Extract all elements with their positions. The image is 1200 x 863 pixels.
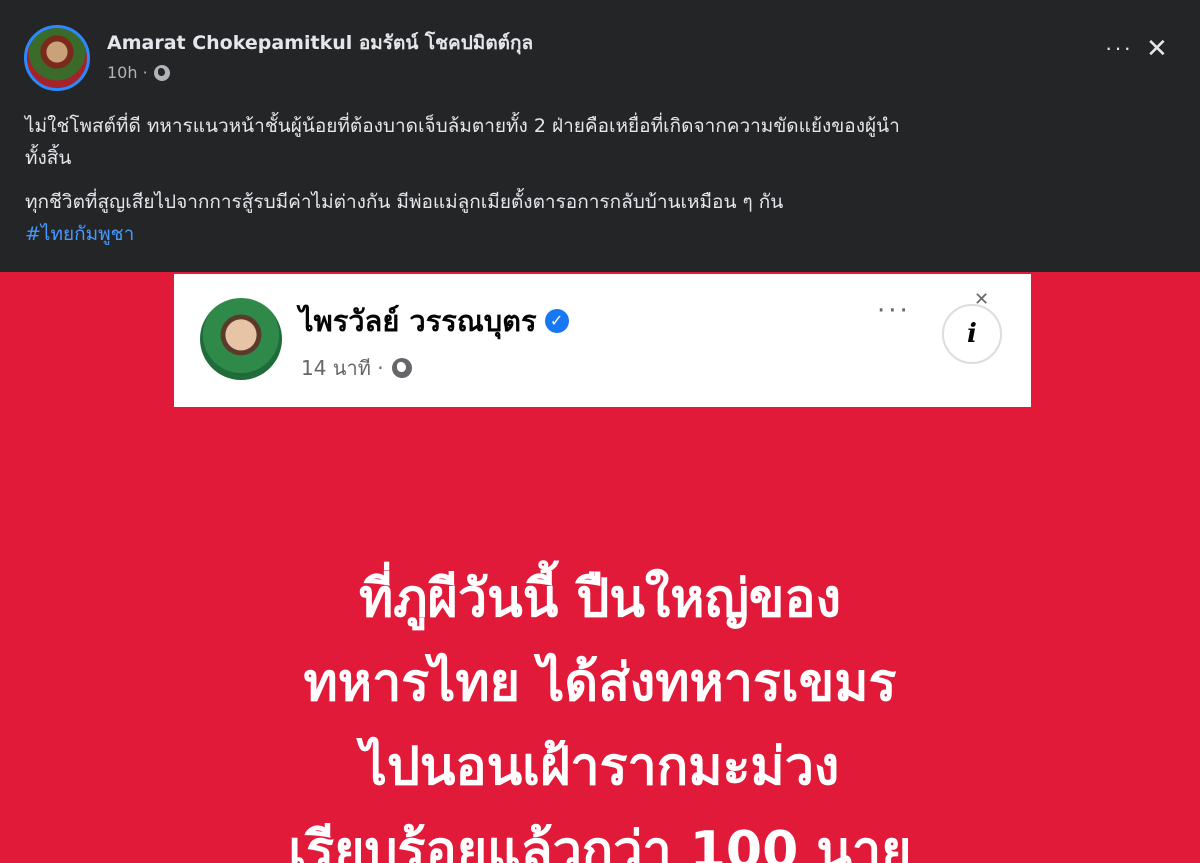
image-caption-line: ทหารไทย ได้ส่งทหารเขมร (303, 653, 897, 713)
globe-icon (391, 358, 412, 378)
close-button[interactable]: ✕ (1146, 35, 1168, 61)
post-text-line: ไม่ใช่โพสต์ที่ดี ทหารแนวหน้าชั้นผู้น้อยท… (25, 115, 900, 137)
quoted-post-meta: 14 นาที · (301, 352, 412, 384)
quoted-more-icon: ··· (877, 296, 911, 326)
quoted-post-time: 14 นาที · (301, 356, 384, 380)
image-caption-line: ที่ภูผีวันนี้ ปืนใหญ่ของ (358, 569, 842, 629)
post-header: Amarat Chokepamitkul อมรัตน์ โชคปมิตต์กุ… (0, 0, 1200, 272)
verified-badge-icon: ✓ (544, 309, 569, 333)
image-caption-line: เรียบร้อยแล้วกว่า 100 นาย (288, 821, 912, 863)
globe-icon (153, 64, 170, 81)
post-text-line: ทั้งสิ้น (25, 147, 72, 169)
hashtag-link[interactable]: #ไทยกัมพูชา (25, 218, 134, 250)
quoted-post-card: ไพรวัลย์ วรรณบุตร ✓ 14 นาที · ··· ✕ i (174, 274, 1031, 407)
post-meta: 10h · (107, 63, 170, 82)
post-text-line: ทุกชีวิตที่สูญเสียไปจากการสู้รบมีค่าไม่ต… (25, 191, 784, 213)
author-name[interactable]: Amarat Chokepamitkul อมรัตน์ โชคปมิตต์กุ… (107, 28, 533, 58)
post-time[interactable]: 10h · (107, 63, 148, 82)
image-caption-line: ไปนอนเฝ้ารากมะม่วง (360, 737, 840, 797)
quoted-author-label: ไพรวัลย์ วรรณบุตร (299, 304, 537, 338)
post-text: ไม่ใช่โพสต์ที่ดี ทหารแนวหน้าชั้นผู้น้อยท… (25, 110, 1175, 250)
quoted-author-avatar (200, 298, 282, 380)
info-button[interactable]: i (942, 304, 1002, 364)
more-options-button[interactable]: ··· (1105, 35, 1133, 61)
post-image[interactable]: ไพรวัลย์ วรรณบุตร ✓ 14 นาที · ··· ✕ i ที… (0, 272, 1200, 863)
image-caption: ที่ภูผีวันนี้ ปืนใหญ่ของ ทหารไทย ได้ส่งท… (0, 557, 1200, 863)
author-avatar[interactable] (24, 25, 90, 91)
quoted-author-name: ไพรวัลย์ วรรณบุตร ✓ (299, 298, 569, 344)
